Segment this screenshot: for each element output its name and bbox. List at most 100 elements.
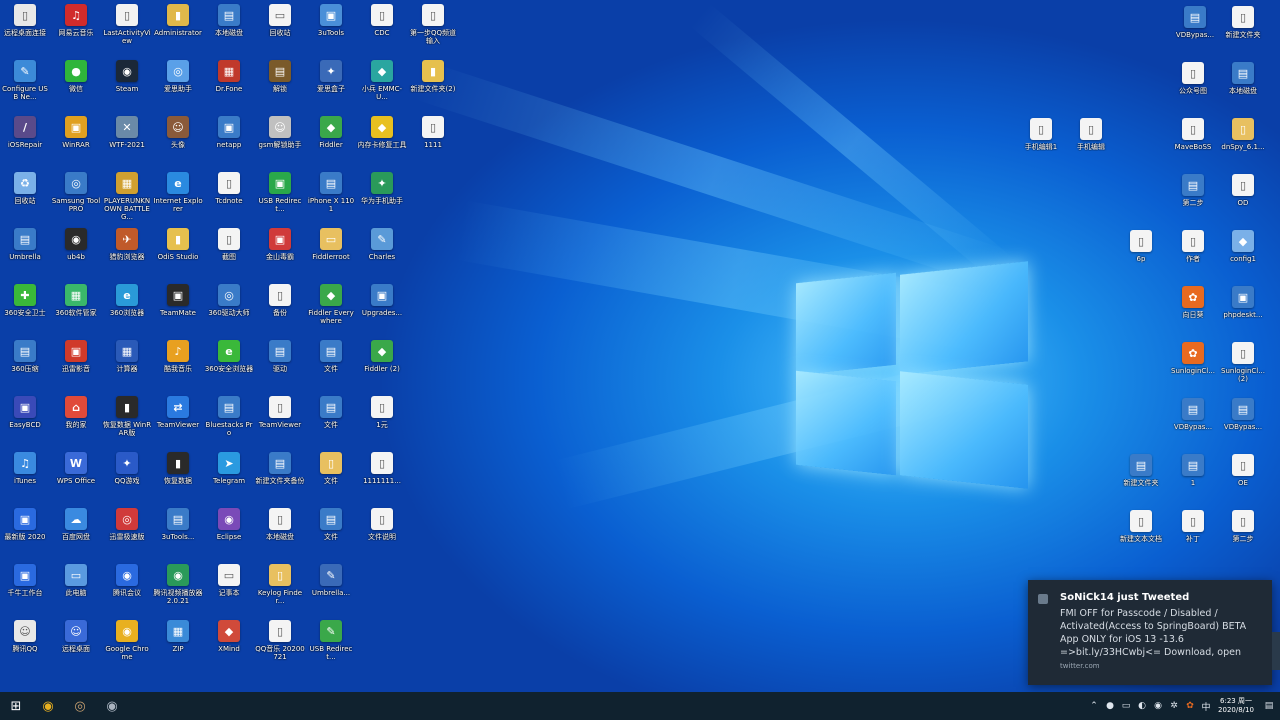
- show-hidden-icons-icon[interactable]: ⌃: [1086, 692, 1102, 720]
- desktop-shortcut[interactable]: ▣ 3uTools: [306, 4, 356, 60]
- desktop-shortcut[interactable]: ▯ 作者: [1168, 230, 1218, 286]
- desktop-shortcut[interactable]: ▮ 恢复数据: [153, 452, 203, 508]
- desktop-shortcut[interactable]: W WPS Office: [51, 452, 101, 508]
- desktop-shortcut[interactable]: ▯ OD: [1218, 174, 1268, 230]
- desktop-shortcut[interactable]: ▯ SunloginCl... (2): [1218, 342, 1268, 398]
- desktop-shortcut[interactable]: ▤ VDBypas...: [1218, 398, 1268, 454]
- desktop-shortcut[interactable]: ◆ 内存卡修复工具: [357, 116, 407, 172]
- notification-scrollbar[interactable]: [1272, 632, 1280, 670]
- desktop-shortcut[interactable]: ◆ Fiddler Everywhere: [306, 284, 356, 340]
- desktop-shortcut[interactable]: ♻ 回收站: [0, 172, 50, 228]
- desktop-shortcut[interactable]: ☺ 远程桌面: [51, 620, 101, 676]
- desktop-shortcut[interactable]: ◎ 迅雷极速版: [102, 508, 152, 564]
- desktop-shortcut[interactable]: ▮ Administrator: [153, 4, 203, 60]
- network-icon[interactable]: ▭: [1118, 692, 1134, 720]
- desktop-shortcut[interactable]: ▤ 本地磁盘: [1218, 62, 1268, 118]
- desktop-shortcut[interactable]: ▣ 迅雷影音: [51, 340, 101, 396]
- desktop-shortcut[interactable]: ◆ Fiddler: [306, 116, 356, 172]
- desktop-shortcut[interactable]: ✎ Charles: [357, 228, 407, 284]
- wechat-tray-icon[interactable]: ●: [1102, 692, 1118, 720]
- desktop-shortcut[interactable]: ▯ LastActivityView: [102, 4, 152, 60]
- desktop-shortcut[interactable]: ◎ Samsung Tool PRO: [51, 172, 101, 228]
- tray-app-icon[interactable]: ◉: [1150, 692, 1166, 720]
- desktop-shortcut[interactable]: / iOSRepair: [0, 116, 50, 172]
- volume-icon[interactable]: ◐: [1134, 692, 1150, 720]
- desktop-shortcut[interactable]: ✕ WTF-2021: [102, 116, 152, 172]
- desktop-shortcut[interactable]: ▣ 千牛工作台: [0, 564, 50, 620]
- desktop-shortcut[interactable]: ▯ 手机编辑: [1066, 118, 1116, 174]
- desktop-shortcut[interactable]: ▦ 计算器: [102, 340, 152, 396]
- desktop-shortcut[interactable]: ▣ netapp: [204, 116, 254, 172]
- desktop-shortcut[interactable]: ● 微信: [51, 60, 101, 116]
- desktop-shortcut[interactable]: ⌂ 我的家: [51, 396, 101, 452]
- desktop-shortcut[interactable]: ▯ 公众号图: [1168, 62, 1218, 118]
- desktop-shortcut[interactable]: ▤ VDBypas...: [1170, 6, 1220, 62]
- desktop-shortcut[interactable]: ▣ 金山毒霸: [255, 228, 305, 284]
- desktop-shortcut[interactable]: ✎ Configure USB Ne...: [0, 60, 50, 116]
- desktop-shortcut[interactable]: ▮ 恢复数据 WinRAR版: [102, 396, 152, 452]
- desktop-shortcut[interactable]: ▯ QQ音乐 20200721: [255, 620, 305, 676]
- desktop-shortcut[interactable]: ▯ 1元: [357, 396, 407, 452]
- desktop-shortcut[interactable]: ▤ 文件: [306, 508, 356, 564]
- settings-tray-icon[interactable]: ✲: [1166, 692, 1182, 720]
- desktop-shortcut[interactable]: ▣ Upgrades...: [357, 284, 407, 340]
- desktop-shortcut[interactable]: ▯ 文件: [306, 452, 356, 508]
- desktop-shortcut[interactable]: ▯ 第二步: [1218, 510, 1268, 566]
- desktop-shortcut[interactable]: ▤ iPhone X 1101: [306, 172, 356, 228]
- desktop-shortcut[interactable]: ▮ 新建文件夹(2): [408, 60, 458, 116]
- desktop-shortcut[interactable]: ▯ 截图: [204, 228, 254, 284]
- desktop-shortcut[interactable]: ▣ TeamMate: [153, 284, 203, 340]
- desktop-shortcut[interactable]: ✎ USB Redirect...: [306, 620, 356, 676]
- desktop-shortcut[interactable]: ▯ 6p: [1116, 230, 1166, 286]
- desktop-shortcut[interactable]: ◆ 小兵 EMMC-U...: [357, 60, 407, 116]
- desktop-shortcut[interactable]: ▯ 1111: [408, 116, 458, 172]
- desktop-shortcut[interactable]: ♫ 网易云音乐: [51, 4, 101, 60]
- desktop-shortcut[interactable]: ▦ PLAYERUNKNOWN BATTLEG...: [102, 172, 152, 228]
- desktop-shortcut[interactable]: ▯ 第一步QQ频道输入: [408, 4, 458, 60]
- action-center-icon[interactable]: ▤: [1258, 692, 1280, 720]
- desktop-shortcut[interactable]: ▤ 1: [1168, 454, 1218, 510]
- desktop-shortcut[interactable]: ▯ Keylog Finder...: [255, 564, 305, 620]
- desktop-shortcut[interactable]: ▤ 文件: [306, 340, 356, 396]
- desktop-shortcut[interactable]: ▭ 回收站: [255, 4, 305, 60]
- desktop-shortcut[interactable]: ▯ OE: [1218, 454, 1268, 510]
- desktop-shortcut[interactable]: ▭ Fiddlerroot: [306, 228, 356, 284]
- desktop-shortcut[interactable]: ☺ gsm解锁助手: [255, 116, 305, 172]
- desktop-shortcut[interactable]: ☺ 腾讯QQ: [0, 620, 50, 676]
- desktop-shortcut[interactable]: ▯ 备份: [255, 284, 305, 340]
- desktop-shortcut[interactable]: ◆ Fiddler (2): [357, 340, 407, 396]
- desktop-shortcut[interactable]: ▤ 3uTools...: [153, 508, 203, 564]
- desktop-shortcut[interactable]: ▤ Bluestacks Pro: [204, 396, 254, 452]
- desktop-shortcut[interactable]: ✎ Umbrella...: [306, 564, 356, 620]
- desktop-shortcut[interactable]: ▣ 最新版 2020: [0, 508, 50, 564]
- desktop-shortcut[interactable]: ▯ 本地磁盘: [255, 508, 305, 564]
- input-method-icon[interactable]: 中: [1198, 692, 1214, 720]
- app-taskbar-icon[interactable]: ◎: [64, 692, 96, 720]
- desktop-shortcut[interactable]: ◉ Eclipse: [204, 508, 254, 564]
- desktop-shortcut[interactable]: ◆ config1: [1218, 230, 1268, 286]
- desktop-shortcut[interactable]: ◉ ub4b: [51, 228, 101, 284]
- desktop-shortcut[interactable]: ▣ WinRAR: [51, 116, 101, 172]
- clock[interactable]: 6:23 周一 2020/8/10: [1214, 697, 1258, 715]
- desktop-shortcut[interactable]: ◎ 360驱动大师: [204, 284, 254, 340]
- steam-taskbar-icon[interactable]: ◉: [96, 692, 128, 720]
- start-button[interactable]: ⊞: [0, 692, 32, 720]
- desktop-shortcut[interactable]: ▤ 第二步: [1168, 174, 1218, 230]
- desktop-shortcut[interactable]: ➤ Telegram: [204, 452, 254, 508]
- desktop-shortcut[interactable]: ▤ 文件: [306, 396, 356, 452]
- desktop-shortcut[interactable]: ▤ 解锁: [255, 60, 305, 116]
- desktop-shortcut[interactable]: ◉ Steam: [102, 60, 152, 116]
- desktop-shortcut[interactable]: ◆ XMind: [204, 620, 254, 676]
- desktop-shortcut[interactable]: ▣ USB Redirect...: [255, 172, 305, 228]
- desktop-shortcut[interactable]: ▤ 本地磁盘: [204, 4, 254, 60]
- desktop-shortcut[interactable]: ✦ 华为手机助手: [357, 172, 407, 228]
- desktop-shortcut[interactable]: ▯ 补丁: [1168, 510, 1218, 566]
- desktop-shortcut[interactable]: ✿ 向日葵: [1168, 286, 1218, 342]
- desktop-shortcut[interactable]: ▯ 新建文件夹: [1218, 6, 1268, 62]
- desktop-shortcut[interactable]: ☺ 头像: [153, 116, 203, 172]
- desktop-shortcut[interactable]: ♫ iTunes: [0, 452, 50, 508]
- desktop-shortcut[interactable]: ▯ MaveBoSS: [1168, 118, 1218, 174]
- desktop-shortcut[interactable]: ☁ 百度网盘: [51, 508, 101, 564]
- desktop-shortcut[interactable]: ◉ 腾讯会议: [102, 564, 152, 620]
- desktop-shortcut[interactable]: ▮ OdiS Studio: [153, 228, 203, 284]
